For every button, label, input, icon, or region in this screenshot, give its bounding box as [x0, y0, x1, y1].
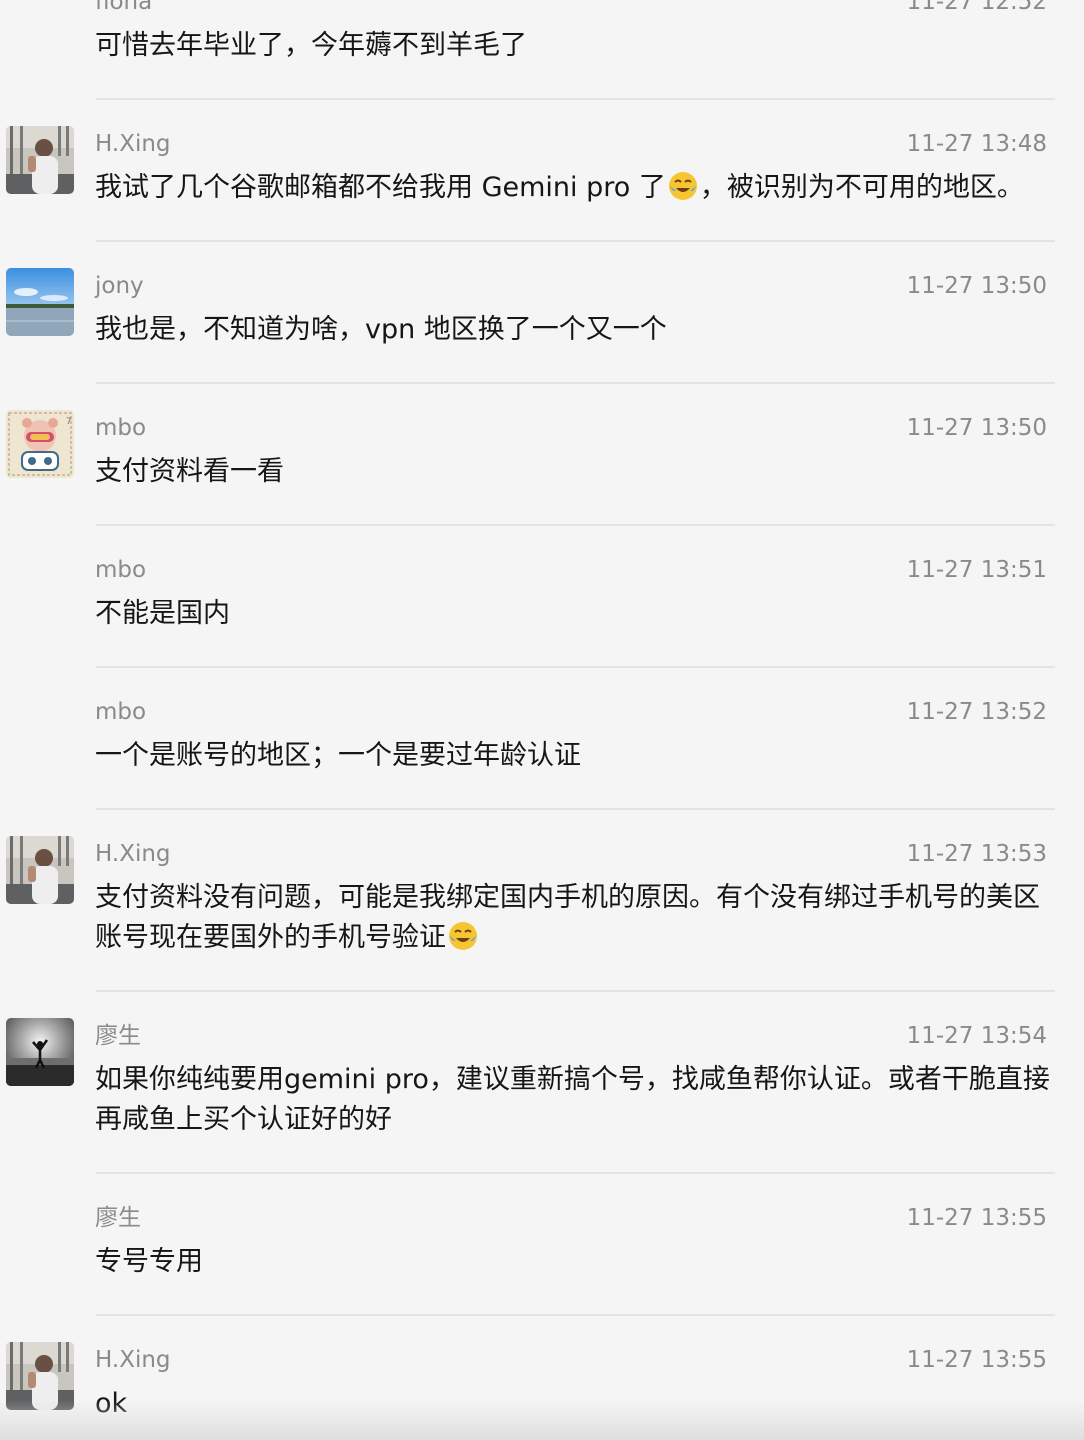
- message-item: jony 11-27 13:50 我也是，不知道为啥，vpn 地区换了一个又一个: [0, 242, 1084, 384]
- chat-message-list[interactable]: fiona 11-27 12:52 可惜去年毕业了，今年薅不到羊毛了 H.Xin…: [0, 0, 1084, 1440]
- avatar-liao[interactable]: [6, 1018, 74, 1086]
- message-text: 一个是账号的地区；一个是要过年龄认证: [95, 740, 581, 771]
- message-item: H.Xing 11-27 13:53 支付资料没有问题，可能是我绑定国内手机的原…: [0, 810, 1084, 992]
- sender-name[interactable]: H.Xing: [95, 129, 171, 159]
- message-item: 7 mbo 11-27 13:50 支付资料看一看: [0, 384, 1084, 526]
- face-with-tears-of-joy-icon: [449, 922, 477, 950]
- message-text: 专号专用: [95, 1246, 203, 1277]
- message-timestamp: 11-27 13:51: [906, 557, 1047, 583]
- message-timestamp: 11-27 13:50: [906, 273, 1047, 299]
- message-text: 可惜去年毕业了，今年薅不到羊毛了: [95, 30, 527, 61]
- message-item: H.Xing 11-27 13:48 我试了几个谷歌邮箱都不给我用 Gemini…: [0, 100, 1084, 242]
- sender-name[interactable]: 廖生: [95, 1021, 141, 1051]
- message-text-part: 支付资料没有问题，可能是我绑定国内手机的原因。有个没有绑过手机号的美区账号现在要…: [95, 882, 1040, 953]
- message-text: 我也是，不知道为啥，vpn 地区换了一个又一个: [95, 314, 667, 345]
- message-timestamp: 11-27 13:54: [906, 1023, 1047, 1049]
- avatar-hxing[interactable]: [6, 836, 74, 904]
- message-timestamp: 11-27 12:52: [906, 0, 1047, 15]
- sender-name[interactable]: H.Xing: [95, 1345, 171, 1375]
- message-text-part: 我试了几个谷歌邮箱都不给我用 Gemini pro 了: [95, 172, 666, 203]
- message-item: 廖生 11-27 13:55 专号专用: [0, 1174, 1084, 1316]
- message-text: 不能是国内: [95, 598, 230, 629]
- sender-name[interactable]: H.Xing: [95, 839, 171, 869]
- sender-name[interactable]: 廖生: [95, 1203, 141, 1233]
- message-text: 如果你纯纯要用gemini pro，建议重新搞个号，找咸鱼帮你认证。或者干脆直接…: [95, 1064, 1050, 1135]
- message-item: 廖生 11-27 13:54 如果你纯纯要用gemini pro，建议重新搞个号…: [0, 992, 1084, 1174]
- face-with-tears-of-joy-icon: [668, 172, 697, 200]
- message-item: mbo 11-27 13:51 不能是国内: [0, 526, 1084, 668]
- sender-name[interactable]: mbo: [95, 555, 146, 585]
- sender-name[interactable]: fiona: [95, 0, 152, 17]
- message-timestamp: 11-27 13:50: [906, 415, 1047, 441]
- sender-name[interactable]: mbo: [95, 697, 146, 727]
- message-item: fiona 11-27 12:52 可惜去年毕业了，今年薅不到羊毛了: [0, 0, 1084, 100]
- message-text: 支付资料没有问题，可能是我绑定国内手机的原因。有个没有绑过手机号的美区账号现在要…: [95, 878, 1055, 958]
- message-text-part: ，被识别为不可用的地区。: [699, 172, 1024, 203]
- message-item: mbo 11-27 13:52 一个是账号的地区；一个是要过年龄认证: [0, 668, 1084, 810]
- avatar-hxing[interactable]: [6, 126, 74, 194]
- avatar-jony[interactable]: [6, 268, 74, 336]
- message-timestamp: 11-27 13:52: [906, 699, 1047, 725]
- bottom-shadow: [0, 1400, 1084, 1440]
- message-timestamp: 11-27 13:48: [906, 131, 1047, 157]
- message-timestamp: 11-27 13:53: [906, 841, 1047, 867]
- message-timestamp: 11-27 13:55: [906, 1347, 1047, 1373]
- message-text: 支付资料看一看: [95, 456, 284, 487]
- svg-text:7: 7: [66, 417, 72, 427]
- sender-name[interactable]: jony: [95, 271, 144, 301]
- message-timestamp: 11-27 13:55: [906, 1205, 1047, 1231]
- message-text: 我试了几个谷歌邮箱都不给我用 Gemini pro 了 ，被识别为不可用的地区。: [95, 168, 1055, 208]
- avatar-mbo[interactable]: 7: [6, 410, 74, 478]
- sender-name[interactable]: mbo: [95, 413, 146, 443]
